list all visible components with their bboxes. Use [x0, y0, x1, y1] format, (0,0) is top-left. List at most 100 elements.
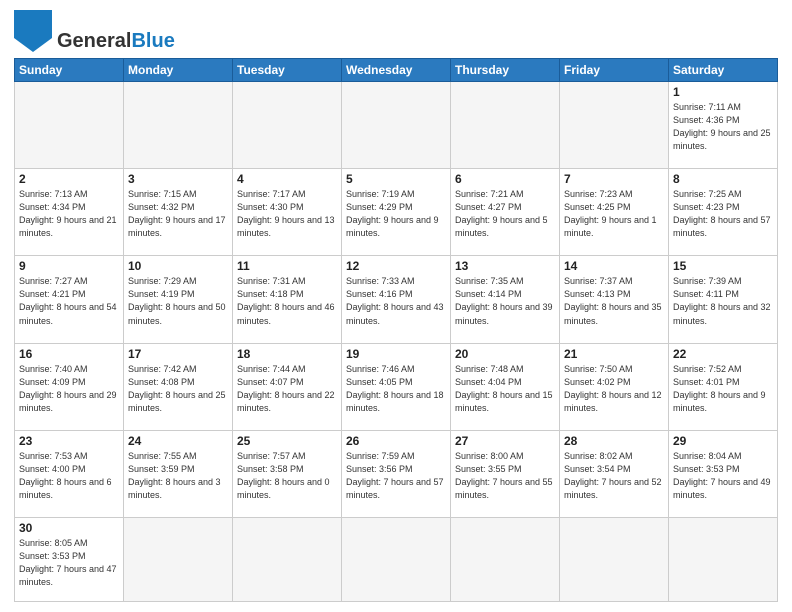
day-info: Sunrise: 7:31 AMSunset: 4:18 PMDaylight:… [237, 275, 337, 327]
day-number: 30 [19, 521, 119, 535]
calendar-cell: 6 Sunrise: 7:21 AMSunset: 4:27 PMDayligh… [451, 169, 560, 256]
day-number: 26 [346, 434, 446, 448]
col-friday: Friday [560, 59, 669, 82]
calendar-cell [451, 517, 560, 601]
col-tuesday: Tuesday [233, 59, 342, 82]
calendar-cell [124, 82, 233, 169]
calendar-cell [451, 82, 560, 169]
calendar-week-row: 9 Sunrise: 7:27 AMSunset: 4:21 PMDayligh… [15, 256, 778, 343]
page: GeneralBlue Sunday Monday Tuesday Wednes… [0, 0, 792, 612]
calendar-cell [669, 517, 778, 601]
calendar-cell: 25 Sunrise: 7:57 AMSunset: 3:58 PMDaylig… [233, 430, 342, 517]
calendar-header-row: Sunday Monday Tuesday Wednesday Thursday… [15, 59, 778, 82]
calendar-cell: 13 Sunrise: 7:35 AMSunset: 4:14 PMDaylig… [451, 256, 560, 343]
day-info: Sunrise: 7:11 AMSunset: 4:36 PMDaylight:… [673, 101, 773, 153]
logo: GeneralBlue [14, 10, 175, 52]
day-info: Sunrise: 7:15 AMSunset: 4:32 PMDaylight:… [128, 188, 228, 240]
day-number: 3 [128, 172, 228, 186]
day-info: Sunrise: 7:57 AMSunset: 3:58 PMDaylight:… [237, 450, 337, 502]
day-number: 19 [346, 347, 446, 361]
day-number: 29 [673, 434, 773, 448]
day-info: Sunrise: 7:17 AMSunset: 4:30 PMDaylight:… [237, 188, 337, 240]
day-info: Sunrise: 7:55 AMSunset: 3:59 PMDaylight:… [128, 450, 228, 502]
day-number: 1 [673, 85, 773, 99]
col-saturday: Saturday [669, 59, 778, 82]
day-info: Sunrise: 7:25 AMSunset: 4:23 PMDaylight:… [673, 188, 773, 240]
calendar-cell: 4 Sunrise: 7:17 AMSunset: 4:30 PMDayligh… [233, 169, 342, 256]
day-number: 14 [564, 259, 664, 273]
calendar-cell [15, 82, 124, 169]
day-info: Sunrise: 7:44 AMSunset: 4:07 PMDaylight:… [237, 363, 337, 415]
calendar-cell: 5 Sunrise: 7:19 AMSunset: 4:29 PMDayligh… [342, 169, 451, 256]
day-info: Sunrise: 7:29 AMSunset: 4:19 PMDaylight:… [128, 275, 228, 327]
day-number: 7 [564, 172, 664, 186]
calendar-cell: 7 Sunrise: 7:23 AMSunset: 4:25 PMDayligh… [560, 169, 669, 256]
day-number: 20 [455, 347, 555, 361]
day-info: Sunrise: 7:13 AMSunset: 4:34 PMDaylight:… [19, 188, 119, 240]
calendar-cell: 15 Sunrise: 7:39 AMSunset: 4:11 PMDaylig… [669, 256, 778, 343]
calendar-cell: 20 Sunrise: 7:48 AMSunset: 4:04 PMDaylig… [451, 343, 560, 430]
logo-text: GeneralBlue [57, 30, 175, 52]
col-wednesday: Wednesday [342, 59, 451, 82]
day-info: Sunrise: 7:48 AMSunset: 4:04 PMDaylight:… [455, 363, 555, 415]
day-info: Sunrise: 7:53 AMSunset: 4:00 PMDaylight:… [19, 450, 119, 502]
logo-icon [14, 10, 52, 52]
day-number: 13 [455, 259, 555, 273]
calendar-cell: 21 Sunrise: 7:50 AMSunset: 4:02 PMDaylig… [560, 343, 669, 430]
day-info: Sunrise: 7:52 AMSunset: 4:01 PMDaylight:… [673, 363, 773, 415]
day-info: Sunrise: 7:59 AMSunset: 3:56 PMDaylight:… [346, 450, 446, 502]
day-number: 11 [237, 259, 337, 273]
calendar-cell: 18 Sunrise: 7:44 AMSunset: 4:07 PMDaylig… [233, 343, 342, 430]
day-info: Sunrise: 7:46 AMSunset: 4:05 PMDaylight:… [346, 363, 446, 415]
day-number: 6 [455, 172, 555, 186]
day-number: 16 [19, 347, 119, 361]
day-number: 21 [564, 347, 664, 361]
day-info: Sunrise: 7:37 AMSunset: 4:13 PMDaylight:… [564, 275, 664, 327]
day-number: 27 [455, 434, 555, 448]
calendar-week-row: 16 Sunrise: 7:40 AMSunset: 4:09 PMDaylig… [15, 343, 778, 430]
day-info: Sunrise: 7:40 AMSunset: 4:09 PMDaylight:… [19, 363, 119, 415]
calendar-cell: 22 Sunrise: 7:52 AMSunset: 4:01 PMDaylig… [669, 343, 778, 430]
calendar-cell [233, 517, 342, 601]
calendar-cell: 1 Sunrise: 7:11 AMSunset: 4:36 PMDayligh… [669, 82, 778, 169]
day-number: 24 [128, 434, 228, 448]
calendar-cell [124, 517, 233, 601]
col-thursday: Thursday [451, 59, 560, 82]
day-number: 17 [128, 347, 228, 361]
calendar-week-row: 2 Sunrise: 7:13 AMSunset: 4:34 PMDayligh… [15, 169, 778, 256]
day-info: Sunrise: 7:19 AMSunset: 4:29 PMDaylight:… [346, 188, 446, 240]
calendar-cell: 12 Sunrise: 7:33 AMSunset: 4:16 PMDaylig… [342, 256, 451, 343]
calendar-cell: 11 Sunrise: 7:31 AMSunset: 4:18 PMDaylig… [233, 256, 342, 343]
day-info: Sunrise: 8:04 AMSunset: 3:53 PMDaylight:… [673, 450, 773, 502]
calendar-cell: 30 Sunrise: 8:05 AMSunset: 3:53 PMDaylig… [15, 517, 124, 601]
day-number: 18 [237, 347, 337, 361]
calendar-cell: 24 Sunrise: 7:55 AMSunset: 3:59 PMDaylig… [124, 430, 233, 517]
calendar-week-row: 23 Sunrise: 7:53 AMSunset: 4:00 PMDaylig… [15, 430, 778, 517]
calendar-cell: 9 Sunrise: 7:27 AMSunset: 4:21 PMDayligh… [15, 256, 124, 343]
day-info: Sunrise: 7:35 AMSunset: 4:14 PMDaylight:… [455, 275, 555, 327]
day-number: 15 [673, 259, 773, 273]
calendar-cell: 3 Sunrise: 7:15 AMSunset: 4:32 PMDayligh… [124, 169, 233, 256]
calendar-cell: 29 Sunrise: 8:04 AMSunset: 3:53 PMDaylig… [669, 430, 778, 517]
calendar-cell: 23 Sunrise: 7:53 AMSunset: 4:00 PMDaylig… [15, 430, 124, 517]
day-number: 25 [237, 434, 337, 448]
calendar-cell: 10 Sunrise: 7:29 AMSunset: 4:19 PMDaylig… [124, 256, 233, 343]
day-number: 5 [346, 172, 446, 186]
calendar-week-row: 30 Sunrise: 8:05 AMSunset: 3:53 PMDaylig… [15, 517, 778, 601]
calendar-cell: 19 Sunrise: 7:46 AMSunset: 4:05 PMDaylig… [342, 343, 451, 430]
day-number: 28 [564, 434, 664, 448]
col-sunday: Sunday [15, 59, 124, 82]
calendar-cell: 8 Sunrise: 7:25 AMSunset: 4:23 PMDayligh… [669, 169, 778, 256]
day-info: Sunrise: 7:23 AMSunset: 4:25 PMDaylight:… [564, 188, 664, 240]
calendar-cell: 16 Sunrise: 7:40 AMSunset: 4:09 PMDaylig… [15, 343, 124, 430]
calendar-cell: 14 Sunrise: 7:37 AMSunset: 4:13 PMDaylig… [560, 256, 669, 343]
col-monday: Monday [124, 59, 233, 82]
day-info: Sunrise: 8:00 AMSunset: 3:55 PMDaylight:… [455, 450, 555, 502]
calendar-week-row: 1 Sunrise: 7:11 AMSunset: 4:36 PMDayligh… [15, 82, 778, 169]
calendar-table: Sunday Monday Tuesday Wednesday Thursday… [14, 58, 778, 602]
calendar-cell [342, 517, 451, 601]
day-info: Sunrise: 7:42 AMSunset: 4:08 PMDaylight:… [128, 363, 228, 415]
day-info: Sunrise: 7:27 AMSunset: 4:21 PMDaylight:… [19, 275, 119, 327]
day-number: 10 [128, 259, 228, 273]
day-number: 12 [346, 259, 446, 273]
